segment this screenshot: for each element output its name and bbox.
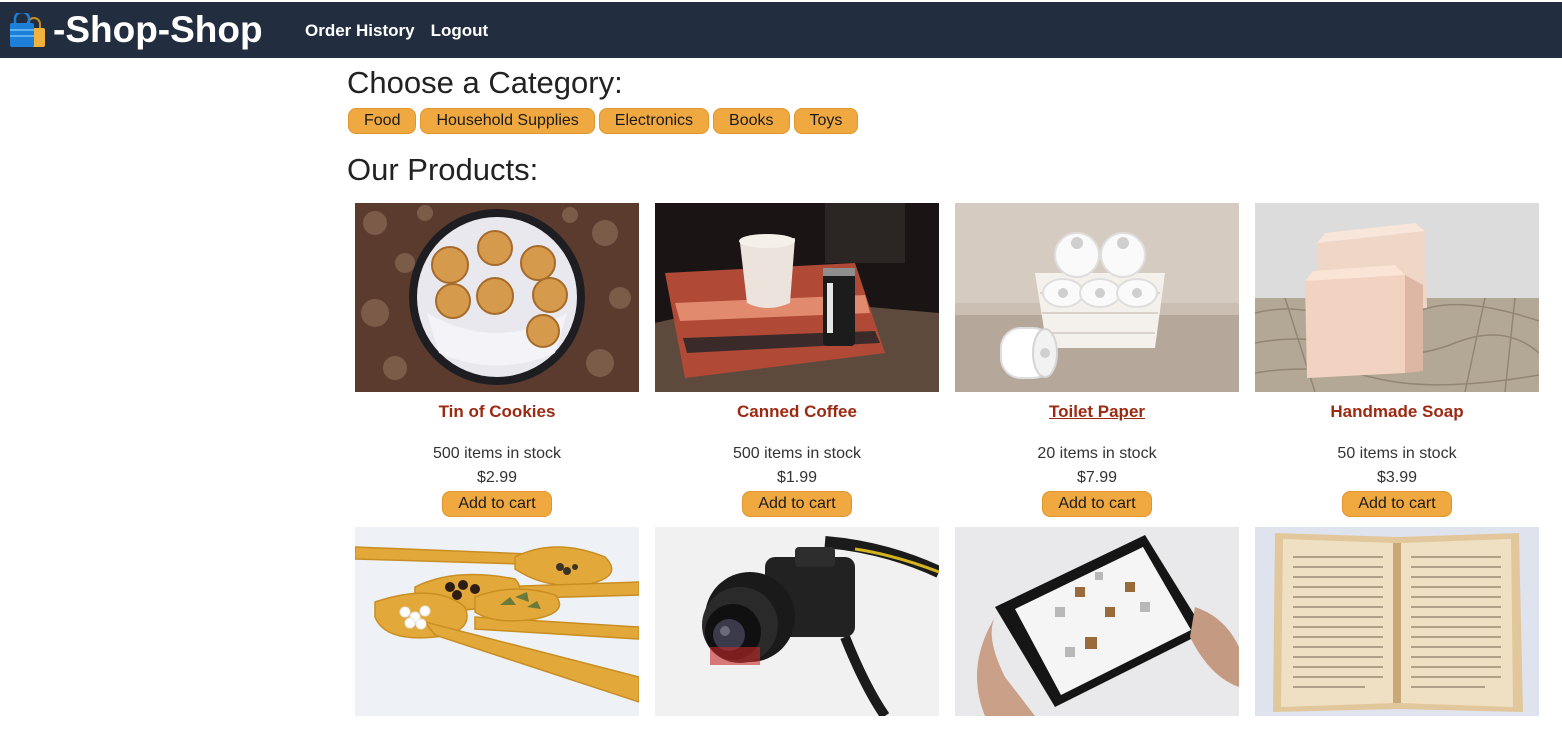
nav-order-history[interactable]: Order History [305, 21, 415, 41]
price-text: $3.99 [1376, 469, 1418, 486]
stock-text: 500 items in stock [432, 445, 562, 462]
brand-title[interactable]: -Shop-Shop [53, 10, 263, 50]
product-card: Handmade Soap 50 items in stock $3.99 Ad… [1255, 203, 1539, 517]
category-button-food[interactable]: Food [348, 108, 417, 134]
shopping-bags-icon[interactable] [9, 13, 47, 49]
product-name-link[interactable]: Toilet Paper [1049, 402, 1145, 422]
product-card: Tin of Cookies 500 items in stock $2.99 … [355, 203, 639, 517]
main-nav: Order History Logout [305, 21, 488, 41]
category-button-books[interactable]: Books [713, 108, 790, 134]
camera-photo[interactable] [655, 527, 939, 716]
product-card [355, 527, 639, 716]
canned-coffee-photo[interactable] [655, 203, 939, 392]
product-name-link[interactable]: Canned Coffee [737, 402, 857, 422]
nav-logout[interactable]: Logout [431, 21, 489, 41]
cookies-tin-photo[interactable] [355, 203, 639, 392]
product-card [655, 527, 939, 716]
top-navbar: -Shop-Shop Order History Logout [0, 2, 1562, 58]
product-card: Toilet Paper 20 items in stock $7.99 Add… [955, 203, 1239, 517]
stock-text: 20 items in stock [1037, 445, 1157, 462]
stock-text: 50 items in stock [1337, 445, 1457, 462]
product-name-link[interactable]: Tin of Cookies [439, 402, 556, 422]
category-list: Food Household Supplies Electronics Book… [348, 108, 859, 134]
product-card: Canned Coffee 500 items in stock $1.99 A… [655, 203, 939, 517]
category-button-household-supplies[interactable]: Household Supplies [420, 108, 595, 134]
wooden-spoons-spices-photo[interactable] [355, 527, 639, 716]
add-to-cart-button[interactable]: Add to cart [1042, 491, 1152, 517]
product-grid: Tin of Cookies 500 items in stock $2.99 … [355, 203, 1539, 716]
add-to-cart-button[interactable]: Add to cart [1342, 491, 1452, 517]
add-to-cart-button[interactable]: Add to cart [442, 491, 552, 517]
category-button-toys[interactable]: Toys [793, 108, 859, 134]
category-button-electronics[interactable]: Electronics [598, 108, 710, 134]
open-book-photo[interactable] [1255, 527, 1539, 716]
stock-text: 500 items in stock [732, 445, 862, 462]
product-card [1255, 527, 1539, 716]
product-card [955, 527, 1239, 716]
toilet-paper-photo[interactable] [955, 203, 1239, 392]
category-heading: Choose a Category: [347, 65, 623, 100]
price-text: $7.99 [1076, 469, 1118, 486]
tablet-photo[interactable] [955, 527, 1239, 716]
product-name-link[interactable]: Handmade Soap [1330, 402, 1463, 422]
soap-photo[interactable] [1255, 203, 1539, 392]
products-heading: Our Products: [347, 152, 539, 187]
price-text: $1.99 [776, 469, 818, 486]
add-to-cart-button[interactable]: Add to cart [742, 491, 852, 517]
price-text: $2.99 [476, 469, 518, 486]
